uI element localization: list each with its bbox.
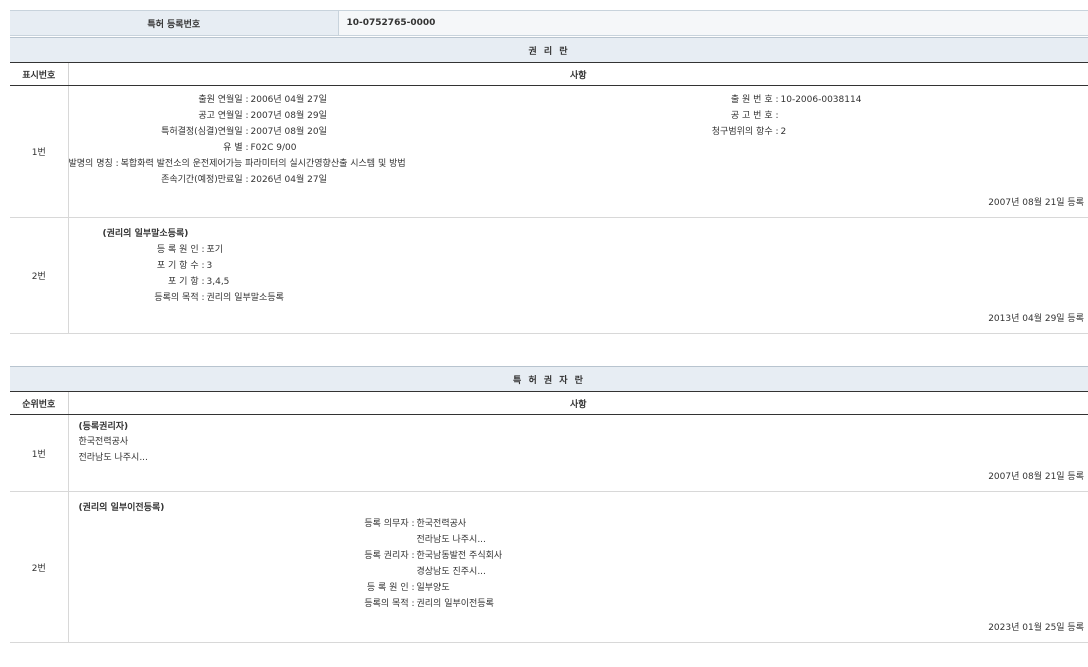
owner-address: 전라남도 나주시... — [79, 450, 148, 466]
field-value: F02C 9/00 — [249, 140, 297, 156]
field-value: 2007년 08월 20일 — [249, 124, 327, 140]
field-value: 2 — [779, 124, 787, 140]
field-label: 유 별 : — [69, 140, 249, 156]
table-row: 1번 (등록권리자) 한국전력공사 전라남도 나주시... 2007년 08월 … — [10, 415, 1088, 492]
rights-row2-fields: 등 록 원 인 :포기 포 기 항 수 :3 포 기 항 :3,4,5 등록의 … — [69, 242, 284, 306]
field-value: 권리의 일부말소등록 — [205, 290, 284, 306]
field-label — [69, 532, 415, 548]
field-value: 3,4,5 — [205, 274, 230, 290]
field-value: 일부양도 — [415, 580, 450, 596]
owners-row2-heading: (권리의 일부이전등록) — [79, 500, 165, 516]
field-value: 2026년 04월 27일 — [249, 172, 327, 188]
row-number: 1번 — [10, 86, 68, 218]
table-row: 2번 (권리의 일부이전등록) 등록 의무자 :한국전력공사 전라남도 나주시.… — [10, 492, 1088, 643]
owners-col-content: 사항 — [68, 392, 1088, 415]
field-label: 등록 권리자 : — [69, 548, 415, 564]
owners-section-title: 특 허 권 자 란 — [10, 367, 1088, 392]
field-value: 복합화력 발전소의 운전제어가능 파라미터의 실시간영향산출 시스템 및 방법 — [119, 156, 406, 172]
field-label: 존속기간(예정)만료일 : — [69, 172, 249, 188]
field-value: 경상남도 진주시... — [415, 564, 486, 580]
field-label: 등 록 원 인 : — [69, 580, 415, 596]
owners-row2-fields: 등록 의무자 :한국전력공사 전라남도 나주시... 등록 권리자 :한국남동발… — [69, 516, 503, 612]
field-label: 발명의 명칭 : — [69, 156, 119, 172]
registration-date: 2007년 08월 21일 등록 — [988, 195, 1088, 211]
field-value: 한국전력공사 — [415, 516, 467, 532]
table-row: 1번 출원 연월일 :2006년 04월 27일 공고 연월일 :2007년 0… — [10, 86, 1088, 218]
field-label: 출 원 번 호 : — [629, 92, 779, 108]
rights-section-title: 권 리 란 — [10, 38, 1088, 63]
field-label — [69, 564, 415, 580]
registration-date: 2023년 01월 25일 등록 — [988, 620, 1088, 636]
field-value: 10-2006-0038114 — [779, 92, 862, 108]
field-value: 전라남도 나주시... — [415, 532, 486, 548]
field-label: 등록의 목적 : — [69, 596, 415, 612]
field-label: 등 록 원 인 : — [69, 242, 205, 258]
table-row: 2번 (권리의 일부말소등록) 등 록 원 인 :포기 포 기 항 수 :3 포… — [10, 218, 1088, 334]
row-number: 2번 — [10, 492, 68, 643]
rights-row1-left: 출원 연월일 :2006년 04월 27일 공고 연월일 :2007년 08월 … — [69, 92, 333, 188]
field-label: 청구범위의 항수 : — [629, 124, 779, 140]
field-label: 등록 의무자 : — [69, 516, 415, 532]
field-value: 권리의 일부이전등록 — [415, 596, 494, 612]
field-label: 특허결정(심결)연월일 : — [69, 124, 249, 140]
rights-col-index: 표시번호 — [10, 63, 68, 86]
row-number: 2번 — [10, 218, 68, 334]
owners-row1-heading: (등록권리자) — [79, 421, 148, 434]
rights-section: 권 리 란 표시번호 사항 1번 출원 연월일 :2006년 04월 27일 공… — [10, 37, 1088, 334]
field-label: 출원 연월일 : — [69, 92, 249, 108]
field-value — [779, 108, 781, 124]
registration-date: 2007년 08월 21일 등록 — [988, 469, 1088, 485]
owners-row1-content: (등록권리자) 한국전력공사 전라남도 나주시... — [79, 421, 148, 466]
registration-date: 2013년 04월 29일 등록 — [988, 311, 1088, 327]
field-value: 포기 — [205, 242, 224, 258]
row-number: 1번 — [10, 415, 68, 492]
owner-name: 한국전력공사 — [79, 434, 148, 450]
owners-col-index: 순위번호 — [10, 392, 68, 415]
field-value: 2007년 08월 29일 — [249, 108, 327, 124]
rights-col-content: 사항 — [68, 63, 1088, 86]
registration-header: 특허 등록번호 10-0752765-0000 — [10, 10, 1088, 36]
registration-number-value: 10-0752765-0000 — [338, 11, 1088, 36]
field-value: 3 — [205, 258, 213, 274]
field-label: 공 고 번 호 : — [629, 108, 779, 124]
registration-number-label: 특허 등록번호 — [10, 11, 338, 36]
field-value: 한국남동발전 주식회사 — [415, 548, 503, 564]
rights-row1-right: 출 원 번 호 :10-2006-0038114 공 고 번 호 : 청구범위의… — [629, 92, 862, 140]
field-label: 포 기 항 수 : — [69, 258, 205, 274]
rights-row2-heading: (권리의 일부말소등록) — [103, 226, 189, 242]
field-label: 공고 연월일 : — [69, 108, 249, 124]
field-label: 포 기 항 : — [69, 274, 205, 290]
field-label: 등록의 목적 : — [69, 290, 205, 306]
owners-section: 특 허 권 자 란 순위번호 사항 1번 (등록권리자) 한국전력공사 전라남도… — [10, 366, 1088, 643]
field-value: 2006년 04월 27일 — [249, 92, 327, 108]
